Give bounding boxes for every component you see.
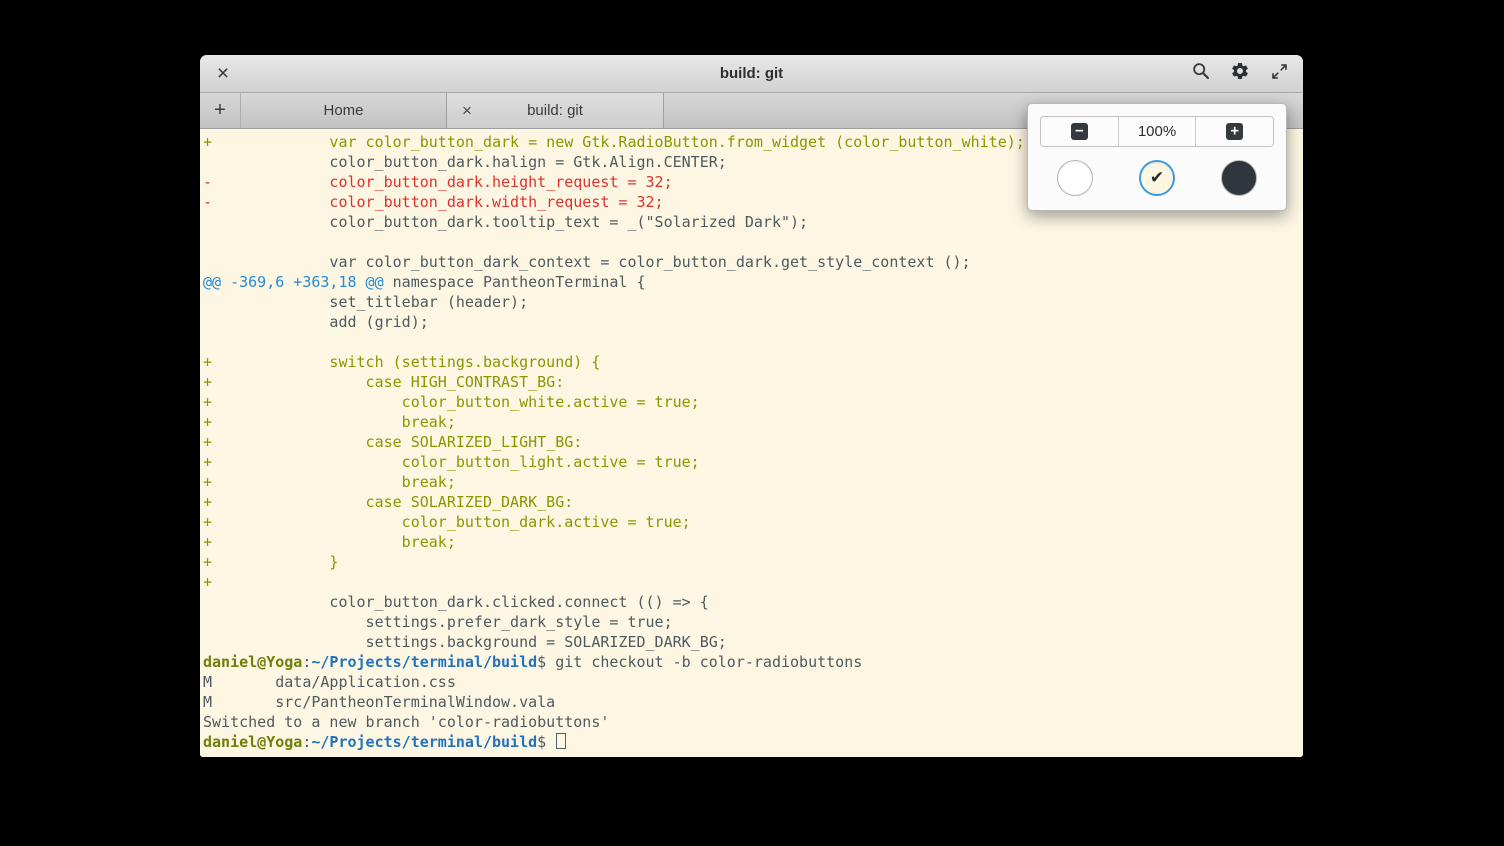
zoom-out-button[interactable]: −: [1041, 117, 1118, 146]
terminal-line: + switch (settings.background) {: [203, 352, 1303, 372]
terminal-line: + break;: [203, 532, 1303, 552]
terminal-line: daniel@Yoga:~/Projects/terminal/build$: [203, 732, 1303, 752]
terminal-line: color_button_dark.clicked.connect (() =>…: [203, 592, 1303, 612]
gear-icon: [1230, 61, 1250, 86]
theme-solarized-dark-button[interactable]: [1221, 160, 1257, 196]
tab-home[interactable]: Home: [240, 93, 446, 128]
terminal-line: + case HIGH_CONTRAST_BG:: [203, 372, 1303, 392]
terminal-line: Switched to a new branch 'color-radiobut…: [203, 712, 1303, 732]
terminal-line: M data/Application.css: [203, 672, 1303, 692]
terminal-window: × build: git + Home: [200, 55, 1303, 757]
zoom-level-value: 100%: [1138, 123, 1176, 140]
search-icon: [1192, 62, 1210, 85]
terminal-line: + break;: [203, 472, 1303, 492]
theme-selector: ✔: [1040, 160, 1274, 198]
titlebar-actions: [1190, 63, 1303, 85]
terminal-line: settings.background = SOLARIZED_DARK_BG;: [203, 632, 1303, 652]
tab-build-git[interactable]: × build: git: [446, 93, 664, 128]
terminal-line: settings.prefer_dark_style = true;: [203, 612, 1303, 632]
settings-button[interactable]: [1229, 63, 1251, 85]
terminal-line: +: [203, 572, 1303, 592]
terminal-line: set_titlebar (header);: [203, 292, 1303, 312]
terminal-line: [203, 332, 1303, 352]
terminal-line: + color_button_light.active = true;: [203, 452, 1303, 472]
terminal-line: + break;: [203, 412, 1303, 432]
terminal-line: + case SOLARIZED_LIGHT_BG:: [203, 432, 1303, 452]
terminal-line: + case SOLARIZED_DARK_BG:: [203, 492, 1303, 512]
settings-popover: − 100% + ✔: [1027, 103, 1287, 211]
theme-high-contrast-button[interactable]: [1057, 160, 1093, 196]
window-close-button[interactable]: ×: [211, 63, 235, 84]
tab-home-label: Home: [323, 102, 363, 119]
zoom-out-icon: −: [1071, 123, 1088, 140]
tab-close-button[interactable]: ×: [462, 102, 472, 119]
titlebar: × build: git: [200, 55, 1303, 93]
terminal-line: + }: [203, 552, 1303, 572]
expand-icon: [1271, 63, 1288, 85]
theme-solarized-light-button[interactable]: ✔: [1139, 160, 1175, 196]
terminal-line: add (grid);: [203, 312, 1303, 332]
tab-build-git-label: build: git: [527, 102, 583, 119]
terminal-line: color_button_dark.tooltip_text = _("Sola…: [203, 212, 1303, 232]
terminal-line: M src/PantheonTerminalWindow.vala: [203, 692, 1303, 712]
window-title: build: git: [200, 65, 1303, 82]
zoom-in-icon: +: [1226, 123, 1243, 140]
zoom-control: − 100% +: [1040, 116, 1274, 147]
terminal-line: var color_button_dark_context = color_bu…: [203, 252, 1303, 272]
terminal-line: + color_button_dark.active = true;: [203, 512, 1303, 532]
zoom-level: 100%: [1118, 117, 1196, 146]
fullscreen-button[interactable]: [1268, 63, 1290, 85]
checkmark-icon: ✔: [1150, 168, 1164, 188]
new-tab-button[interactable]: +: [200, 93, 240, 128]
terminal-cursor: [556, 733, 566, 749]
search-button[interactable]: [1190, 63, 1212, 85]
terminal-line: @@ -369,6 +363,18 @@ namespace PantheonT…: [203, 272, 1303, 292]
terminal-line: [203, 232, 1303, 252]
zoom-in-button[interactable]: +: [1195, 117, 1273, 146]
terminal-output[interactable]: + var color_button_dark = new Gtk.RadioB…: [200, 129, 1303, 757]
terminal-line: daniel@Yoga:~/Projects/terminal/build$ g…: [203, 652, 1303, 672]
desktop-background: { "window": { "title": "build: git", "ti…: [0, 0, 1504, 846]
terminal-line: + color_button_white.active = true;: [203, 392, 1303, 412]
